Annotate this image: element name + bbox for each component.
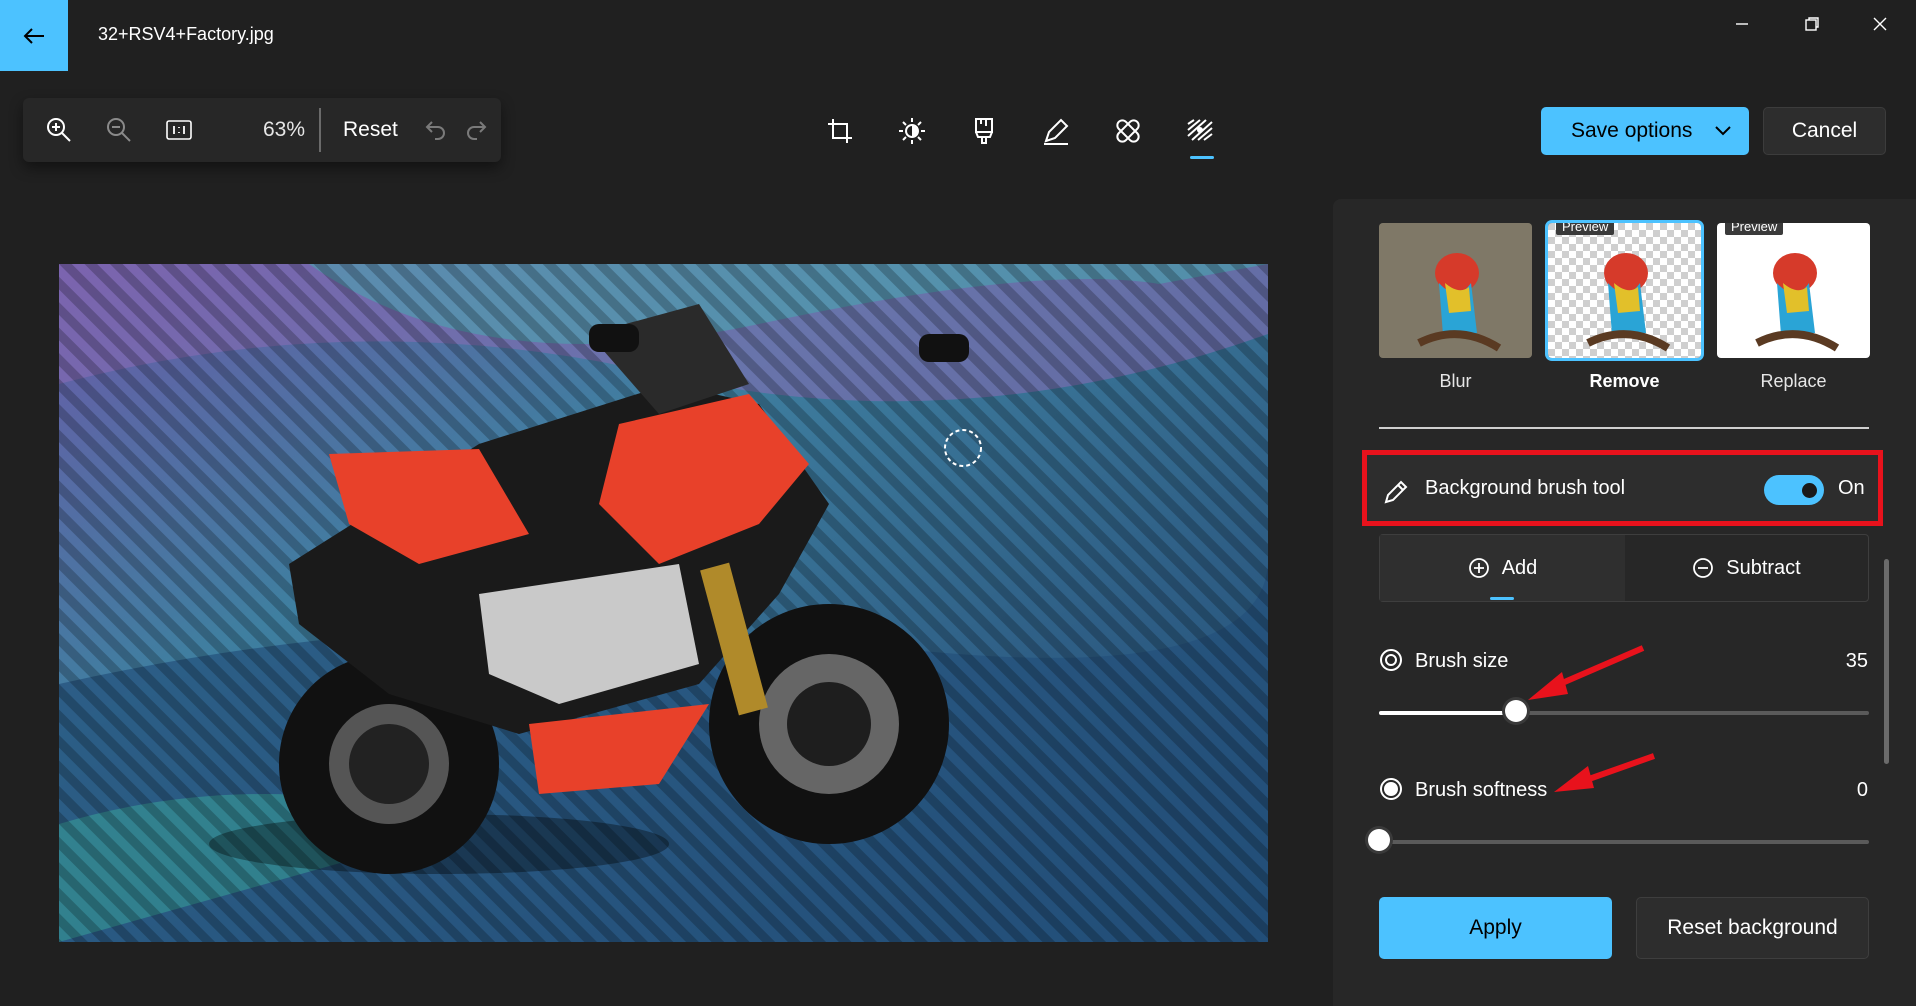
restore-button[interactable] bbox=[1784, 8, 1840, 40]
toggle-knob bbox=[1802, 483, 1817, 498]
actual-size-button[interactable] bbox=[162, 114, 196, 146]
chevron-down-icon bbox=[1715, 126, 1731, 136]
zoom-out-button[interactable] bbox=[102, 114, 136, 146]
brush-size-label: Brush size bbox=[1415, 650, 1509, 672]
markup-tool[interactable] bbox=[1036, 114, 1076, 148]
panel-scrollbar[interactable] bbox=[1884, 559, 1889, 764]
brush-softness-icon bbox=[1380, 778, 1402, 800]
filter-icon bbox=[975, 118, 993, 144]
actual-size-icon bbox=[166, 120, 192, 140]
background-icon bbox=[1187, 119, 1213, 141]
subtract-mode-button[interactable]: Subtract bbox=[1625, 535, 1868, 601]
crop-tool[interactable] bbox=[820, 114, 860, 148]
adjustment-tool[interactable] bbox=[892, 114, 932, 148]
retouch-tool[interactable] bbox=[1108, 114, 1148, 148]
toolbar-divider bbox=[319, 108, 321, 152]
brush-size-fill bbox=[1379, 711, 1517, 715]
crop-icon bbox=[828, 119, 852, 143]
redo-icon bbox=[467, 121, 487, 140]
apply-button[interactable]: Apply bbox=[1379, 897, 1612, 959]
preview-tag: Preview bbox=[1725, 223, 1784, 235]
parrot-thumbnail bbox=[1717, 223, 1870, 358]
bg-option-blur[interactable] bbox=[1379, 223, 1532, 358]
save-options-button[interactable]: Save options bbox=[1541, 107, 1749, 155]
brush-icon bbox=[1384, 480, 1408, 504]
active-mode-indicator bbox=[1490, 597, 1514, 600]
back-button[interactable] bbox=[0, 0, 68, 71]
brush-mode-selector: Add Subtract bbox=[1379, 534, 1869, 602]
bg-option-label: Blur bbox=[1439, 371, 1472, 391]
brush-tool-label: Background brush tool bbox=[1425, 477, 1626, 499]
redo-button[interactable] bbox=[459, 114, 493, 146]
bg-option-label: Replace bbox=[1760, 371, 1827, 391]
back-arrow-icon bbox=[23, 27, 44, 44]
brush-softness-label: Brush softness bbox=[1415, 779, 1548, 801]
background-panel: Preview Preview Blur Remove Replace Back… bbox=[1333, 199, 1916, 1006]
zoom-in-button[interactable] bbox=[42, 114, 76, 146]
add-mode-label: Add bbox=[1501, 556, 1538, 579]
brush-size-slider[interactable] bbox=[1379, 700, 1869, 722]
minimize-icon bbox=[1736, 23, 1748, 25]
background-brush-tool-row: Background brush tool On bbox=[1362, 450, 1883, 526]
cancel-button[interactable]: Cancel bbox=[1763, 107, 1886, 155]
parrot-thumbnail bbox=[1379, 223, 1532, 358]
parrot-thumbnail bbox=[1548, 223, 1701, 358]
reset-background-button[interactable]: Reset background bbox=[1636, 897, 1869, 959]
save-options-label: Save options bbox=[1571, 119, 1693, 142]
reset-button[interactable]: Reset bbox=[343, 118, 398, 142]
brush-size-icon bbox=[1380, 649, 1402, 671]
window-title: 32+RSV4+Factory.jpg bbox=[98, 24, 274, 44]
minimize-button[interactable] bbox=[1714, 8, 1770, 40]
zoom-toolbar: 63% Reset bbox=[23, 98, 501, 162]
brush-softness-value: 0 bbox=[1856, 779, 1868, 801]
markup-icon bbox=[1044, 118, 1069, 145]
undo-button[interactable] bbox=[419, 114, 453, 146]
photo-canvas[interactable] bbox=[59, 264, 1268, 942]
undo-icon bbox=[425, 121, 445, 140]
bg-option-remove[interactable]: Preview bbox=[1548, 223, 1701, 358]
zoom-out-icon bbox=[107, 118, 131, 142]
add-circle-icon bbox=[1468, 558, 1489, 578]
brush-softness-slider[interactable] bbox=[1368, 829, 1869, 851]
brush-size-handle[interactable] bbox=[1505, 700, 1528, 722]
zoom-in-icon bbox=[47, 118, 71, 142]
bg-option-replace[interactable]: Preview bbox=[1717, 223, 1870, 358]
close-icon bbox=[1873, 17, 1887, 31]
subtract-circle-icon bbox=[1693, 558, 1714, 578]
zoom-level: 63% bbox=[263, 118, 306, 141]
preview-tag: Preview bbox=[1556, 223, 1615, 235]
close-window-button[interactable] bbox=[1852, 8, 1908, 40]
active-tool-indicator bbox=[1190, 156, 1214, 159]
bg-option-label: Remove bbox=[1589, 371, 1660, 391]
section-divider bbox=[1379, 427, 1869, 429]
filter-tool[interactable] bbox=[964, 114, 1004, 148]
subtract-mode-label: Subtract bbox=[1726, 556, 1801, 579]
retouch-icon bbox=[1116, 119, 1140, 143]
brush-tool-toggle[interactable] bbox=[1764, 475, 1824, 505]
adjustment-icon bbox=[899, 118, 925, 144]
restore-icon bbox=[1805, 17, 1819, 31]
motorcycle-photo bbox=[59, 264, 1268, 942]
background-tool[interactable] bbox=[1180, 114, 1220, 148]
brush-softness-handle[interactable] bbox=[1368, 829, 1390, 851]
toggle-state: On bbox=[1838, 477, 1865, 499]
brush-size-value: 35 bbox=[1845, 650, 1868, 672]
add-mode-button[interactable]: Add bbox=[1380, 535, 1625, 601]
